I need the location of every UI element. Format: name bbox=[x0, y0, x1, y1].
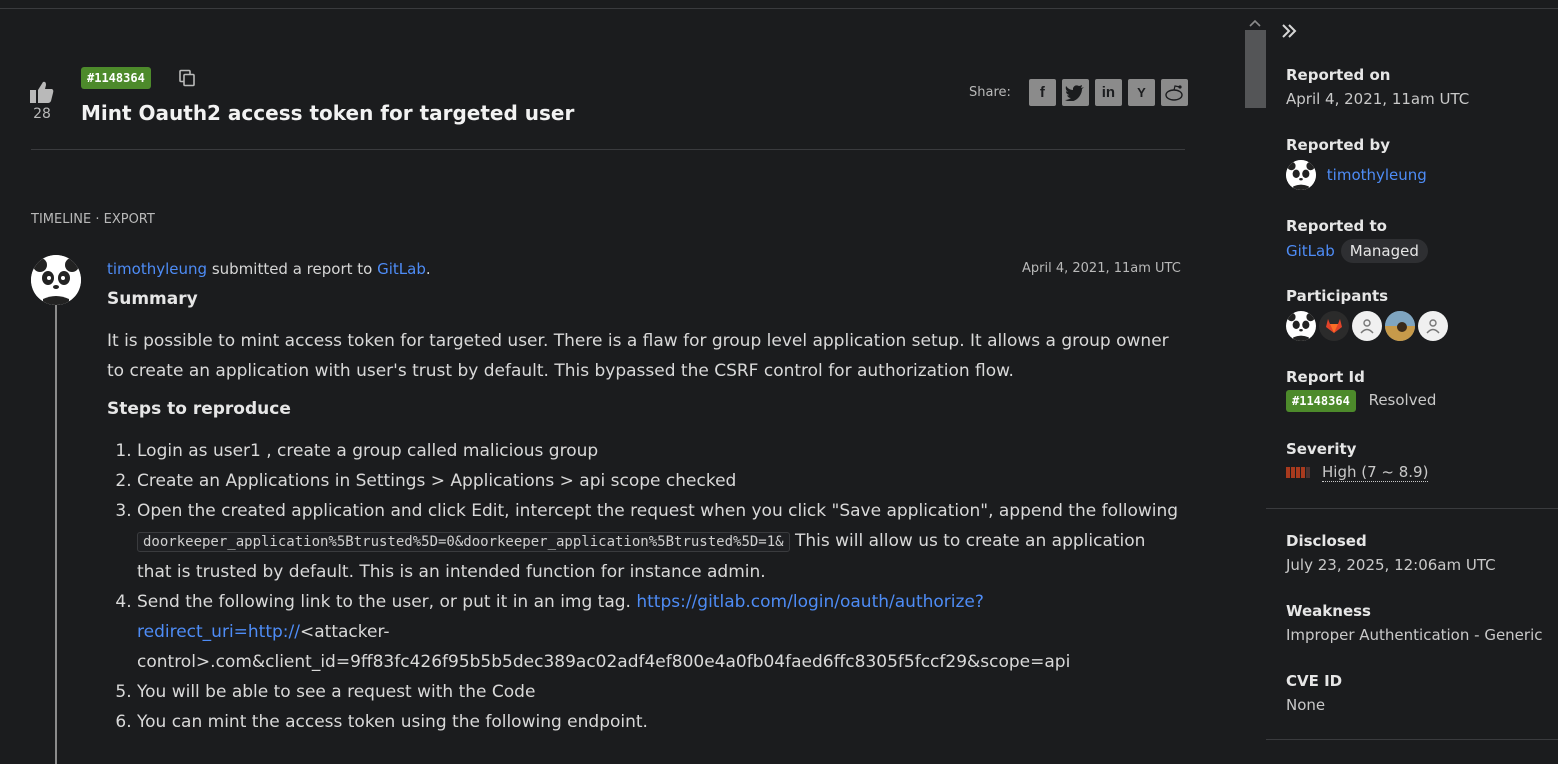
sidebar-divider bbox=[1266, 739, 1558, 740]
weakness-section: Weakness Improper Authentication - Gener… bbox=[1286, 602, 1543, 644]
report-id-section: Report Id #1148364 Resolved bbox=[1286, 368, 1436, 412]
upvote[interactable]: 28 bbox=[28, 80, 56, 122]
twitter-share-icon[interactable] bbox=[1061, 79, 1089, 106]
cve-value: None bbox=[1286, 696, 1326, 714]
reporter-link[interactable]: timothyleung bbox=[107, 260, 207, 278]
disclosed-section: Disclosed July 23, 2025, 12:06am UTC bbox=[1286, 532, 1496, 574]
steps-heading: Steps to reproduce bbox=[107, 399, 291, 419]
collapse-sidebar-icon[interactable] bbox=[1280, 22, 1298, 44]
reported-on-value: April 4, 2021, 11am UTC bbox=[1286, 90, 1470, 108]
sidebar-divider bbox=[1266, 508, 1558, 509]
list-item: Send the following link to the user, or … bbox=[137, 587, 1182, 677]
timeline-entry-date: April 4, 2021, 11am UTC bbox=[1022, 261, 1181, 276]
weakness-value[interactable]: Improper Authentication - Generic bbox=[1286, 626, 1543, 644]
step-2-text: Create an Applications in Settings > App… bbox=[137, 471, 737, 491]
report-id-label: Report Id bbox=[1286, 368, 1365, 386]
report-id-badge-small[interactable]: #1148364 bbox=[1286, 390, 1356, 412]
list-item: Login as user1 , create a group called m… bbox=[137, 436, 1182, 466]
participant-avatar[interactable] bbox=[1352, 311, 1382, 341]
reported-to-label: Reported to bbox=[1286, 217, 1387, 235]
step-1-text: Login as user1 , create a group called m… bbox=[137, 441, 599, 461]
scrollbar[interactable] bbox=[1245, 30, 1266, 764]
scroll-up-arrow-icon[interactable] bbox=[1249, 12, 1261, 31]
disclosed-label: Disclosed bbox=[1286, 532, 1367, 550]
program-link[interactable]: GitLab bbox=[377, 260, 426, 278]
report-main: 28 #1148364 Mint Oauth2 access token for… bbox=[0, 0, 1240, 764]
reporter-avatar-small[interactable] bbox=[1286, 160, 1316, 190]
participant-avatar[interactable] bbox=[1385, 311, 1415, 341]
reported-to-section: Reported to GitLab Managed bbox=[1286, 217, 1428, 263]
title-divider bbox=[31, 149, 1185, 150]
facebook-share-icon[interactable]: f bbox=[1028, 79, 1056, 106]
disclosed-value: July 23, 2025, 12:06am UTC bbox=[1286, 556, 1496, 574]
reported-by-label: Reported by bbox=[1286, 136, 1390, 154]
share-bar: Share: f in Y bbox=[969, 79, 1188, 106]
participant-avatar[interactable] bbox=[1418, 311, 1448, 341]
list-item: You will be able to see a request with t… bbox=[137, 677, 1182, 707]
step-6-text: You can mint the access token using the … bbox=[137, 712, 648, 732]
thumbs-up-icon[interactable] bbox=[29, 80, 55, 104]
list-item: Open the created application and click E… bbox=[137, 496, 1182, 587]
share-label: Share: bbox=[969, 85, 1011, 100]
timeline-line bbox=[55, 305, 57, 764]
gitlab-avatar[interactable] bbox=[1319, 311, 1349, 341]
cve-section: CVE ID None bbox=[1286, 672, 1342, 714]
list-item: You can mint the access token using the … bbox=[137, 707, 1182, 737]
participants-label: Participants bbox=[1286, 287, 1389, 305]
timeline-export-label[interactable]: TIMELINE · EXPORT bbox=[31, 212, 155, 227]
steps-list: Login as user1 , create a group called m… bbox=[107, 436, 1182, 737]
participants-section: Participants bbox=[1286, 287, 1448, 341]
severity-label: Severity bbox=[1286, 440, 1357, 458]
severity-value[interactable]: High (7 ~ 8.9) bbox=[1322, 463, 1429, 482]
managed-badge: Managed bbox=[1340, 239, 1428, 263]
step-3-code: doorkeeper_application%5Btrusted%5D=0&do… bbox=[137, 532, 790, 552]
report-body: Summary It is possible to mint access to… bbox=[107, 284, 1182, 737]
report-title: Mint Oauth2 access token for targeted us… bbox=[81, 101, 575, 125]
reporter-avatar[interactable] bbox=[31, 255, 81, 305]
summary-text: It is possible to mint access token for … bbox=[107, 331, 1169, 381]
step-3-text: Open the created application and click E… bbox=[137, 501, 1179, 521]
participant-avatar[interactable] bbox=[1286, 311, 1316, 341]
list-item: Create an Applications in Settings > App… bbox=[137, 466, 1182, 496]
reported-on-label: Reported on bbox=[1286, 66, 1391, 84]
report-sidebar: Reported on April 4, 2021, 11am UTC Repo… bbox=[1266, 0, 1558, 764]
ycombinator-share-icon[interactable]: Y bbox=[1127, 79, 1155, 106]
copy-icon[interactable] bbox=[178, 69, 196, 91]
entry-action: submitted a report to bbox=[207, 260, 378, 278]
severity-section: Severity High (7 ~ 8.9) bbox=[1286, 440, 1429, 482]
reported-by-link[interactable]: timothyleung bbox=[1327, 166, 1427, 184]
entry-period: . bbox=[425, 260, 431, 278]
cve-label: CVE ID bbox=[1286, 672, 1343, 690]
timeline-entry-header: timothyleung submitted a report to GitLa… bbox=[107, 260, 431, 278]
scrollbar-thumb[interactable] bbox=[1245, 30, 1266, 108]
reported-on-section: Reported on April 4, 2021, 11am UTC bbox=[1286, 66, 1469, 108]
report-state: Resolved bbox=[1368, 391, 1437, 409]
weakness-label: Weakness bbox=[1286, 602, 1371, 620]
reddit-share-icon[interactable] bbox=[1160, 79, 1188, 106]
reported-by-section: Reported by timothyleung bbox=[1286, 136, 1427, 190]
step-4-text: Send the following link to the user, or … bbox=[137, 592, 637, 612]
reported-to-link[interactable]: GitLab bbox=[1286, 242, 1335, 260]
severity-bars-icon bbox=[1286, 467, 1310, 478]
report-id-badge[interactable]: #1148364 bbox=[81, 67, 151, 89]
linkedin-share-icon[interactable]: in bbox=[1094, 79, 1122, 106]
vote-count: 28 bbox=[33, 106, 51, 122]
summary-heading: Summary bbox=[107, 289, 198, 309]
step-5-text: You will be able to see a request with t… bbox=[137, 682, 536, 702]
